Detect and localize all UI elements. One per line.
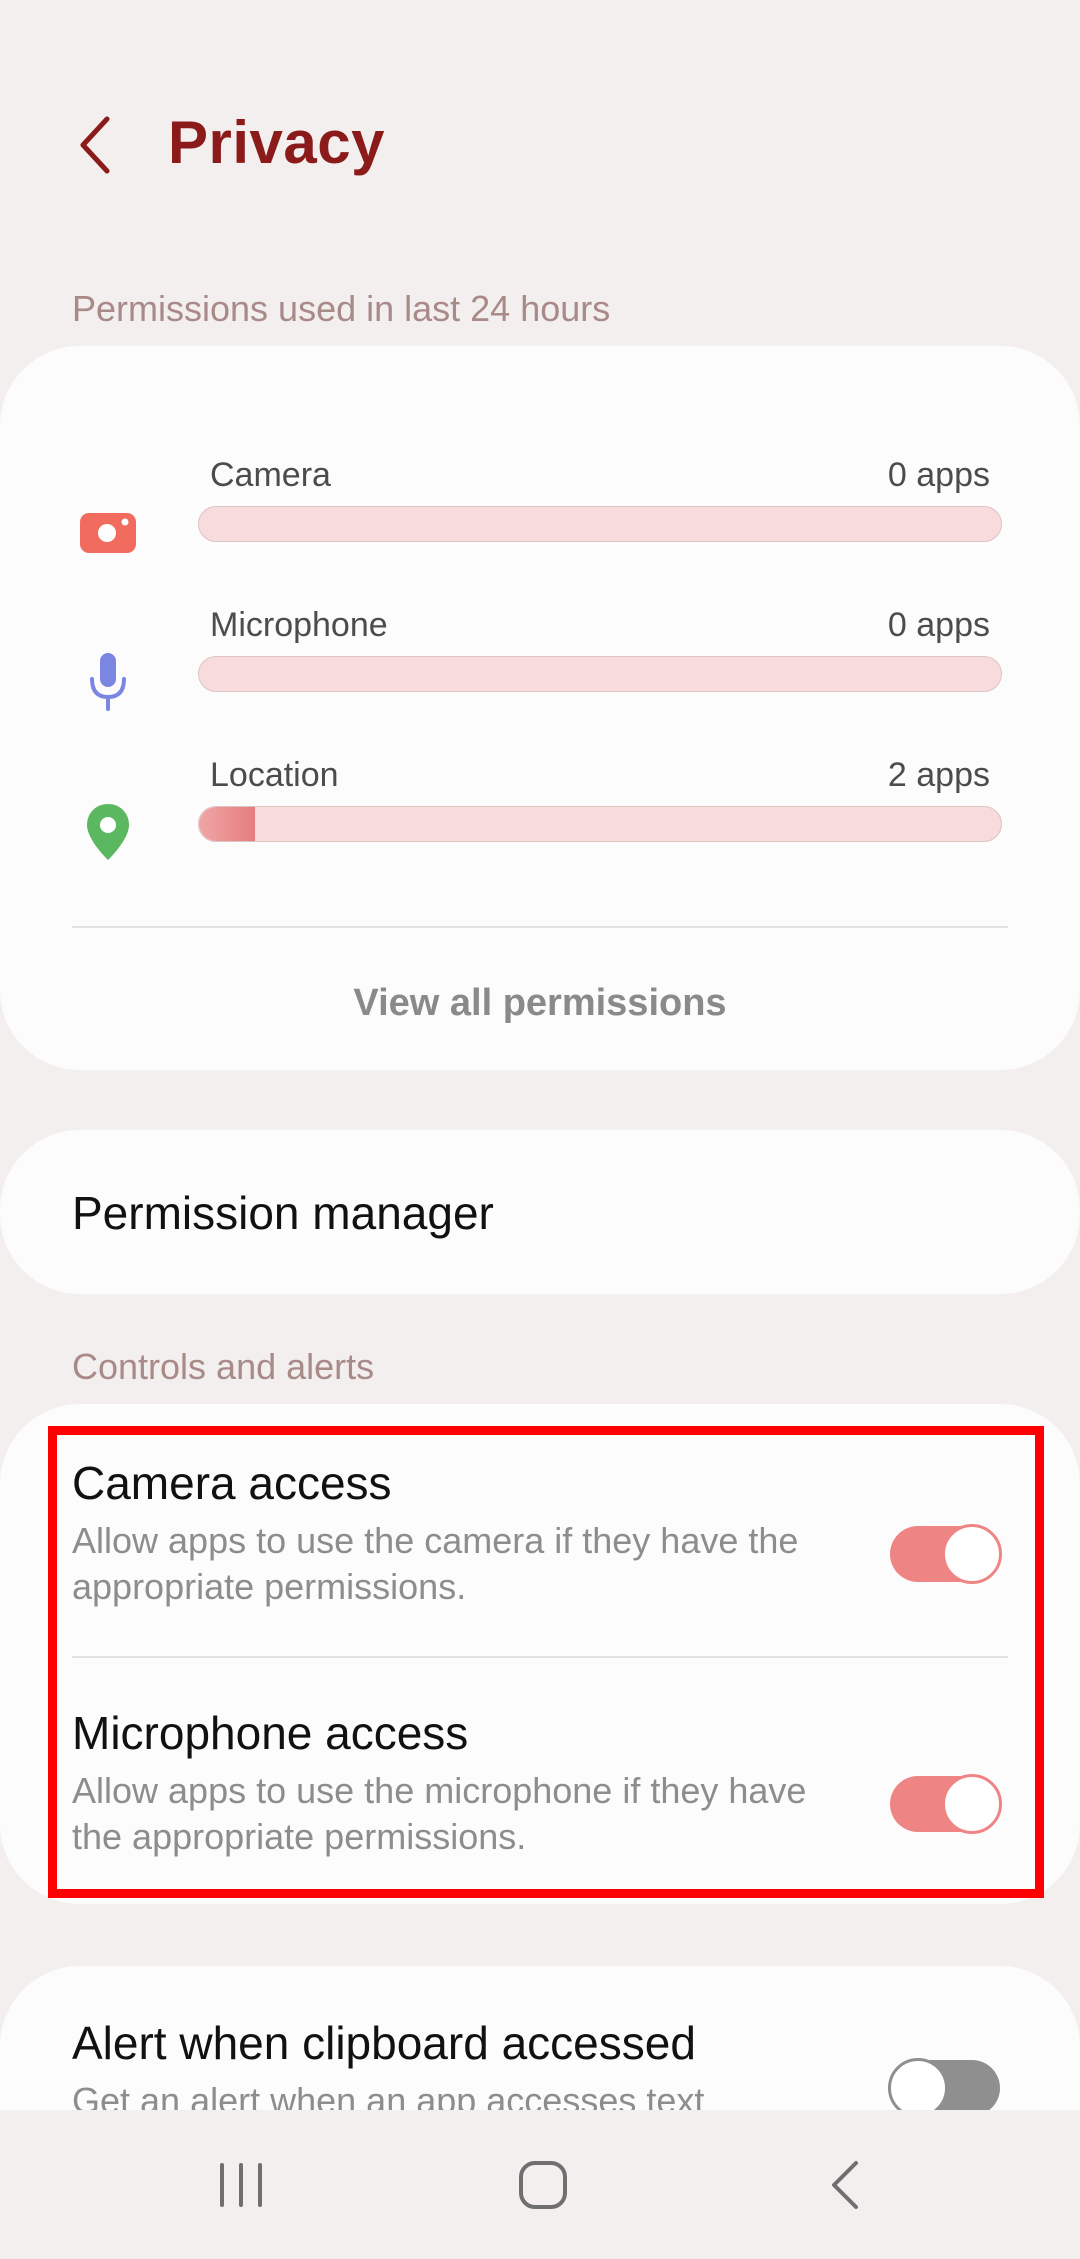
back-icon [832,2161,858,2209]
permission-manager-card[interactable]: Permission manager [0,1130,1080,1294]
row-title: Microphone access [72,1707,469,1759]
recents-button[interactable] [196,2140,286,2230]
usage-row-microphone[interactable]: Microphone 0 apps [0,606,1080,716]
view-all-permissions-button[interactable]: View all permissions [0,982,1080,1025]
clipboard-alert-card[interactable]: Alert when clipboard accessed Get an ale… [0,1966,1080,2114]
usage-bar [198,806,1002,842]
chevron-left-icon [80,116,110,174]
row-description: Allow apps to use the camera if they hav… [72,1520,799,1607]
row-divider [72,1656,1008,1658]
usage-bar [198,506,1002,542]
card-divider [72,926,1008,928]
row-description: Allow apps to use the microphone if they… [72,1770,807,1857]
back-button[interactable] [60,105,130,185]
camera-access-row[interactable]: Camera access Allow apps to use the came… [0,1456,1080,1656]
microphone-access-row[interactable]: Microphone access Allow apps to use the … [0,1706,1080,1906]
toggle-knob [942,1524,1002,1584]
section-title-controls: Controls and alerts [72,1346,375,1387]
row-title: Camera access [72,1457,392,1509]
toggle-knob [888,2058,948,2114]
clipboard-alert-row[interactable]: Alert when clipboard accessed Get an ale… [0,2016,1080,2114]
section-title-permissions-used: Permissions used in last 24 hours [72,288,611,329]
permissions-usage-card: Camera 0 apps Microphone 0 apps Location… [0,346,1080,1070]
controls-card: Camera access Allow apps to use the came… [0,1404,1080,1904]
usage-row-location[interactable]: Location 2 apps [0,756,1080,866]
nav-back-button[interactable] [800,2140,890,2230]
home-button[interactable] [498,2140,588,2230]
usage-bar [198,656,1002,692]
clipboard-alert-toggle[interactable] [888,2058,1000,2114]
usage-label: Microphone [210,606,388,644]
page-title: Privacy [168,109,386,176]
usage-row-camera[interactable]: Camera 0 apps [0,456,1080,566]
microphone-access-toggle[interactable] [890,1774,1002,1834]
toggle-knob [942,1774,1002,1834]
usage-count: 0 apps [887,456,990,494]
recents-icon [220,2163,262,2207]
usage-bar-fill [199,807,256,841]
permission-manager-label: Permission manager [72,1187,494,1239]
microphone-icon [72,646,144,718]
location-pin-icon [72,796,144,868]
camera-access-toggle[interactable] [890,1524,1002,1584]
privacy-screen: Privacy Permissions used in last 24 hour… [0,0,1080,2259]
usage-label: Camera [210,456,331,494]
usage-label: Location [210,756,339,794]
navigation-bar [0,2110,1080,2259]
usage-count: 0 apps [887,606,990,644]
row-title: Alert when clipboard accessed [72,2017,696,2069]
camera-icon [72,496,144,568]
row-description: Get an alert when an app accesses text [72,2080,705,2114]
usage-count: 2 apps [887,756,990,794]
home-icon [519,2161,567,2209]
